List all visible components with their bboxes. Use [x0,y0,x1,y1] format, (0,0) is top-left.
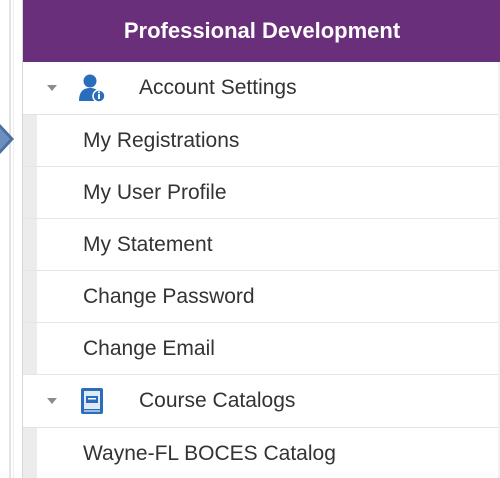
menu-item-label: My User Profile [83,180,227,204]
menu-item-label: Wayne-FL BOCES Catalog [83,441,336,465]
frame-divider [9,0,11,478]
catalog-book-icon [79,386,105,416]
menu-item-change-password[interactable]: Change Password [23,271,500,323]
stage: Professional Development Account Setting… [0,0,500,478]
section-label: Course Catalogs [139,389,296,412]
section-course-catalogs[interactable]: Course Catalogs [23,375,500,428]
caret-down-icon[interactable] [47,398,57,404]
menu-item-label: Change Password [83,284,255,308]
professional-development-menu: Professional Development Account Setting… [22,0,500,478]
menu-item-my-statement[interactable]: My Statement [23,219,500,271]
menu-title: Professional Development [123,18,401,43]
caret-down-icon[interactable] [47,85,57,91]
section-account-settings[interactable]: Account Settings [23,62,500,115]
menu-item-label: My Statement [83,232,213,256]
menu-item-change-email[interactable]: Change Email [23,323,500,375]
menu-item-my-user-profile[interactable]: My User Profile [23,167,500,219]
menu-item-label: My Registrations [83,128,240,152]
frame-divider-inner [13,0,14,478]
user-settings-icon [79,73,105,103]
menu-item-wayne-fl-boces-catalog[interactable]: Wayne-FL BOCES Catalog [23,428,500,478]
menu-item-label: Change Email [83,336,215,360]
menu-header: Professional Development [23,0,500,62]
section-label: Account Settings [139,76,297,99]
pointer-arrow-highlight [0,128,10,150]
menu-item-my-registrations[interactable]: My Registrations [23,115,500,167]
